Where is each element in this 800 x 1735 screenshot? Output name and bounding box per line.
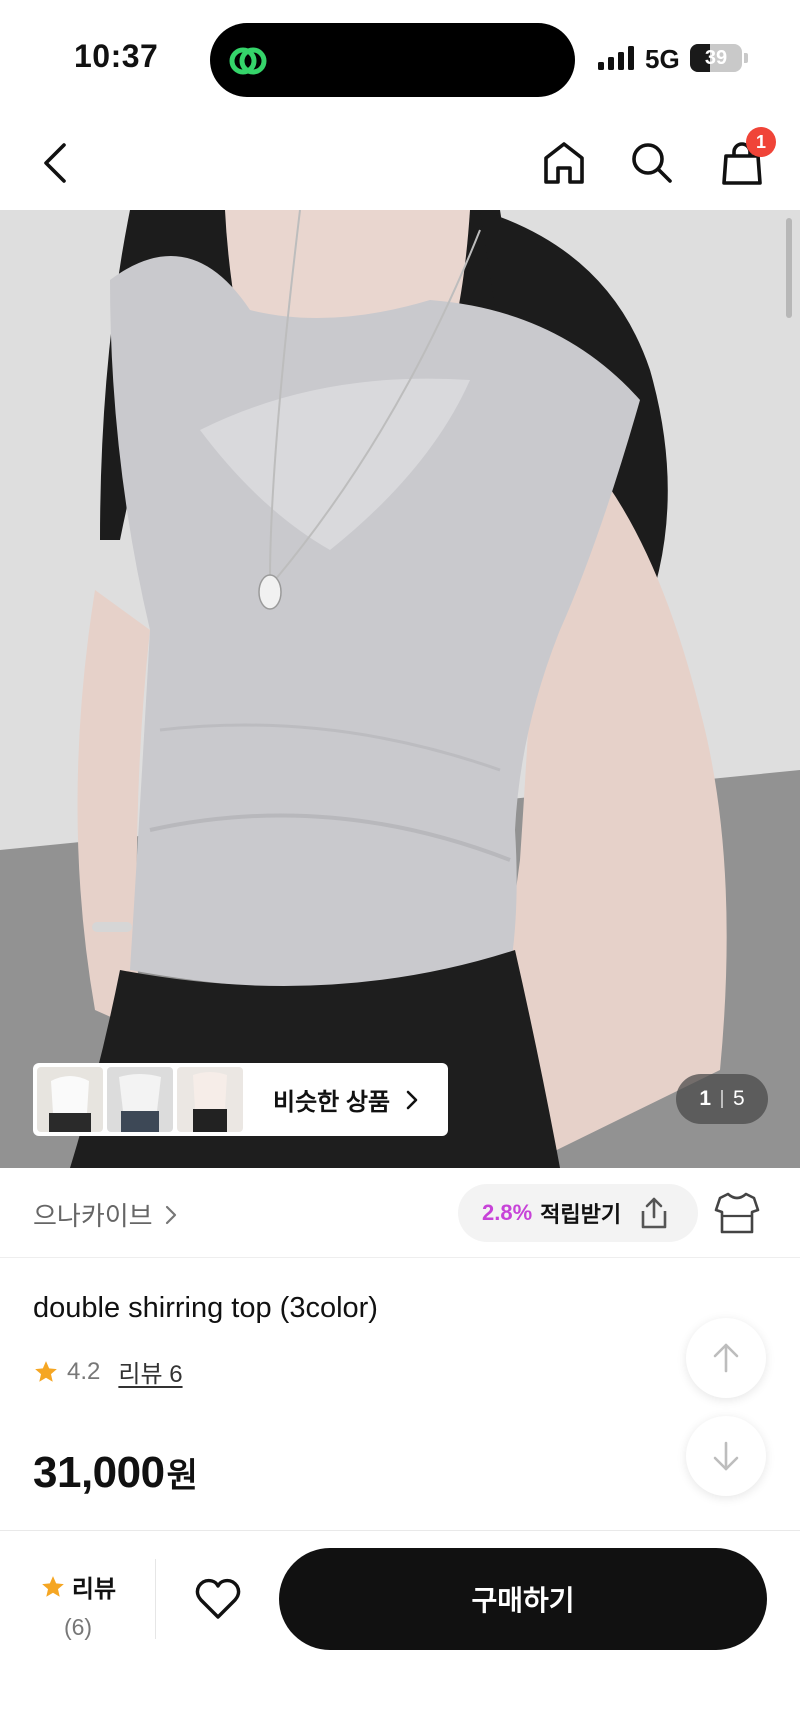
similar-product-thumbnail[interactable] bbox=[37, 1067, 103, 1132]
review-label: 리뷰 bbox=[71, 1576, 117, 1603]
current-page: 1 bbox=[699, 1087, 711, 1110]
heart-icon bbox=[195, 1578, 241, 1619]
status-time: 10:37 bbox=[74, 38, 159, 74]
star-icon bbox=[42, 1575, 64, 1597]
chevron-right-icon bbox=[165, 1205, 176, 1224]
wishlist-button[interactable] bbox=[190, 1571, 246, 1627]
buy-button[interactable]: 구매하기 bbox=[279, 1548, 767, 1650]
gallery-scroll-thumb bbox=[786, 218, 792, 318]
network-type: 5G bbox=[645, 44, 680, 74]
product-photo bbox=[0, 210, 800, 1168]
review-count: (6) bbox=[63, 1614, 93, 1640]
scroll-to-top-button[interactable] bbox=[686, 1318, 766, 1398]
scroll-to-bottom-button[interactable] bbox=[686, 1416, 766, 1496]
chevron-right-icon bbox=[406, 1090, 418, 1109]
gallery-page-indicator: 1 5 bbox=[676, 1074, 768, 1124]
review-link[interactable]: 리뷰 6 bbox=[118, 1354, 182, 1389]
cart-button[interactable]: 1 bbox=[714, 127, 776, 191]
product-image-gallery[interactable]: 비슷한 상품 1 5 bbox=[0, 210, 800, 1168]
page-separator bbox=[721, 1090, 723, 1108]
similar-products-button[interactable]: 비슷한 상품 bbox=[33, 1063, 448, 1136]
points-label: 적립받기 bbox=[540, 1202, 622, 1227]
points-rate: 2.8% bbox=[482, 1200, 533, 1225]
thumbnail-image bbox=[177, 1067, 243, 1132]
dynamic-island bbox=[210, 23, 575, 97]
total-pages: 5 bbox=[733, 1087, 745, 1110]
arrow-up-icon bbox=[713, 1343, 739, 1373]
price-value: 31,000 bbox=[33, 1448, 165, 1497]
star-icon bbox=[35, 1360, 57, 1382]
similar-product-thumbnail[interactable] bbox=[107, 1067, 173, 1132]
points-reward-button[interactable]: 2.8% 적립받기 bbox=[458, 1184, 698, 1242]
brand-row: 으나카이브 2.8% 적립받기 bbox=[0, 1168, 800, 1258]
search-button[interactable] bbox=[624, 135, 680, 191]
price-unit: 원 bbox=[166, 1457, 198, 1495]
review-summary-top: 리뷰 bbox=[38, 1569, 118, 1604]
share-icon[interactable] bbox=[637, 1195, 671, 1231]
status-bar: 10:37 5G 39 bbox=[0, 0, 800, 110]
product-title: double shirring top (3color) bbox=[33, 1292, 378, 1324]
battery-level: 39 bbox=[704, 47, 728, 69]
back-arrow-icon bbox=[44, 143, 66, 183]
arrow-down-icon bbox=[713, 1441, 739, 1471]
similar-product-thumbnail[interactable] bbox=[177, 1067, 243, 1132]
home-icon bbox=[544, 142, 584, 184]
review-summary-button[interactable]: 리뷰 (6) bbox=[38, 1569, 118, 1641]
brand-name: 으나카이브 bbox=[33, 1201, 153, 1231]
cellular-signal-icon bbox=[598, 46, 634, 70]
bar-divider bbox=[155, 1559, 156, 1639]
product-price: 31,000원 bbox=[33, 1448, 198, 1498]
bottom-action-bar: 리뷰 (6) 구매하기 bbox=[0, 1530, 800, 1735]
home-button[interactable] bbox=[536, 135, 592, 191]
battery-icon: 39 bbox=[690, 44, 742, 72]
battery-tip bbox=[744, 53, 748, 63]
top-nav-bar: 1 bbox=[0, 115, 800, 210]
thumbnail-image bbox=[107, 1067, 173, 1132]
cart-count-badge: 1 bbox=[746, 127, 776, 157]
virtual-fitting-icon[interactable] bbox=[710, 1186, 764, 1240]
back-button[interactable] bbox=[28, 135, 84, 191]
rating-row: 4.2 리뷰 6 bbox=[33, 1354, 183, 1389]
link-app-icon bbox=[229, 47, 267, 75]
search-icon bbox=[632, 143, 672, 183]
brand-link[interactable]: 으나카이브 bbox=[33, 1196, 179, 1233]
thumbnail-image bbox=[37, 1067, 103, 1132]
similar-products-label: 비슷한 상품 bbox=[273, 1089, 391, 1116]
rating-value: 4.2 bbox=[67, 1357, 101, 1385]
